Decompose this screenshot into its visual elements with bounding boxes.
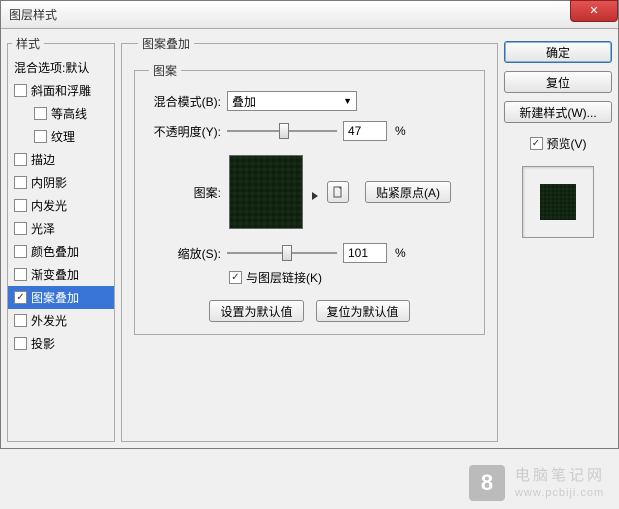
- new-preset-button[interactable]: [327, 181, 349, 203]
- pattern-label: 图案:: [145, 184, 221, 201]
- watermark-logo: 8: [469, 465, 505, 501]
- style-checkbox[interactable]: [14, 245, 27, 258]
- opacity-slider[interactable]: [227, 121, 337, 141]
- link-layer-row: 与图层链接(K): [145, 269, 474, 286]
- pattern-row: 图案: 贴紧原点(A): [145, 155, 474, 229]
- document-icon: [332, 186, 344, 198]
- style-item-10[interactable]: 图案叠加: [8, 286, 114, 309]
- style-item-label: 纹理: [51, 128, 75, 145]
- style-item-5[interactable]: 内阴影: [8, 171, 114, 194]
- style-item-label: 投影: [31, 335, 55, 352]
- ok-button[interactable]: 确定: [504, 41, 612, 63]
- style-checkbox[interactable]: [14, 176, 27, 189]
- style-item-label: 图案叠加: [31, 289, 79, 306]
- style-checkbox[interactable]: [14, 153, 27, 166]
- preview-label: 预览(V): [547, 135, 587, 152]
- style-item-9[interactable]: 渐变叠加: [8, 263, 114, 286]
- style-item-0[interactable]: 混合选项:默认: [8, 56, 114, 79]
- style-checkbox[interactable]: [14, 222, 27, 235]
- watermark: 8 电脑笔记网 www.pcbiji.com: [469, 465, 605, 501]
- slider-thumb[interactable]: [279, 123, 289, 139]
- link-layer-checkbox[interactable]: [229, 271, 242, 284]
- link-layer-label: 与图层链接(K): [246, 269, 322, 286]
- style-item-label: 颜色叠加: [31, 243, 79, 260]
- preview-checkbox[interactable]: [530, 137, 543, 150]
- watermark-line1: 电脑笔记网: [515, 465, 605, 486]
- style-item-label: 渐变叠加: [31, 266, 79, 283]
- blend-mode-label: 混合模式(B):: [145, 93, 221, 110]
- reset-default-button[interactable]: 复位为默认值: [316, 300, 410, 322]
- main-legend-inner: 图案: [149, 62, 181, 79]
- blend-mode-value: 叠加: [232, 93, 256, 110]
- preview-box: [522, 166, 594, 238]
- chevron-down-icon: ▼: [343, 96, 352, 106]
- opacity-label: 不透明度(Y):: [145, 123, 221, 140]
- style-item-8[interactable]: 颜色叠加: [8, 240, 114, 263]
- dialog-body: 样式 混合选项:默认斜面和浮雕等高线纹理描边内阴影内发光光泽颜色叠加渐变叠加图案…: [1, 29, 618, 448]
- style-checkbox[interactable]: [14, 291, 27, 304]
- style-item-label: 等高线: [51, 105, 87, 122]
- pattern-swatch[interactable]: [229, 155, 303, 229]
- style-item-label: 描边: [31, 151, 55, 168]
- scale-slider[interactable]: [227, 243, 337, 263]
- pattern-fieldset: 图案 混合模式(B): 叠加 ▼ 不透明度(Y):: [134, 62, 485, 335]
- snap-origin-button[interactable]: 贴紧原点(A): [365, 181, 451, 203]
- scale-input[interactable]: [343, 243, 387, 263]
- style-checkbox[interactable]: [14, 199, 27, 212]
- reset-button[interactable]: 复位: [504, 71, 612, 93]
- style-item-label: 内阴影: [31, 174, 67, 191]
- style-item-label: 内发光: [31, 197, 67, 214]
- style-checkbox[interactable]: [14, 337, 27, 350]
- close-button[interactable]: ✕: [570, 0, 618, 22]
- style-item-label: 光泽: [31, 220, 55, 237]
- preview-thumbnail: [540, 184, 576, 220]
- titlebar[interactable]: 图层样式 ✕: [1, 1, 618, 29]
- slider-thumb[interactable]: [282, 245, 292, 261]
- right-panel: 确定 复位 新建样式(W)... 预览(V): [504, 35, 612, 442]
- scale-label: 缩放(S):: [145, 245, 221, 262]
- watermark-text: 电脑笔记网 www.pcbiji.com: [515, 465, 605, 501]
- styles-legend: 样式: [12, 35, 44, 52]
- preview-row: 预览(V): [504, 135, 612, 152]
- style-item-4[interactable]: 描边: [8, 148, 114, 171]
- percent-label: %: [395, 246, 406, 260]
- watermark-line2: www.pcbiji.com: [515, 486, 605, 501]
- style-checkbox[interactable]: [34, 107, 47, 120]
- style-checkbox[interactable]: [34, 130, 47, 143]
- styles-panel: 样式 混合选项:默认斜面和浮雕等高线纹理描边内阴影内发光光泽颜色叠加渐变叠加图案…: [7, 35, 115, 442]
- style-item-label: 外发光: [31, 312, 67, 329]
- dialog-title: 图层样式: [9, 6, 57, 23]
- style-item-1[interactable]: 斜面和浮雕: [8, 79, 114, 102]
- style-item-12[interactable]: 投影: [8, 332, 114, 355]
- style-item-2[interactable]: 等高线: [8, 102, 114, 125]
- style-checkbox[interactable]: [14, 314, 27, 327]
- layer-style-dialog: 图层样式 ✕ 样式 混合选项:默认斜面和浮雕等高线纹理描边内阴影内发光光泽颜色叠…: [0, 0, 619, 449]
- style-checkbox[interactable]: [14, 268, 27, 281]
- main-legend-outer: 图案叠加: [138, 35, 194, 52]
- opacity-input[interactable]: [343, 121, 387, 141]
- pattern-overlay-fieldset: 图案叠加 图案 混合模式(B): 叠加 ▼ 不透明度(Y):: [121, 35, 498, 442]
- style-item-label: 混合选项:默认: [14, 59, 89, 76]
- set-default-button[interactable]: 设置为默认值: [209, 300, 303, 322]
- style-list: 混合选项:默认斜面和浮雕等高线纹理描边内阴影内发光光泽颜色叠加渐变叠加图案叠加外…: [8, 56, 114, 355]
- styles-fieldset: 样式 混合选项:默认斜面和浮雕等高线纹理描边内阴影内发光光泽颜色叠加渐变叠加图案…: [7, 35, 115, 442]
- blend-mode-dropdown[interactable]: 叠加 ▼: [227, 91, 357, 111]
- style-item-label: 斜面和浮雕: [31, 82, 91, 99]
- scale-row: 缩放(S): %: [145, 243, 474, 263]
- style-item-11[interactable]: 外发光: [8, 309, 114, 332]
- defaults-row: 设置为默认值 复位为默认值: [145, 300, 474, 322]
- style-checkbox[interactable]: [14, 84, 27, 97]
- style-item-7[interactable]: 光泽: [8, 217, 114, 240]
- percent-label: %: [395, 124, 406, 138]
- main-panel: 图案叠加 图案 混合模式(B): 叠加 ▼ 不透明度(Y):: [121, 35, 498, 442]
- style-item-3[interactable]: 纹理: [8, 125, 114, 148]
- opacity-row: 不透明度(Y): %: [145, 121, 474, 141]
- new-style-button[interactable]: 新建样式(W)...: [504, 101, 612, 123]
- style-item-6[interactable]: 内发光: [8, 194, 114, 217]
- blend-mode-row: 混合模式(B): 叠加 ▼: [145, 91, 474, 111]
